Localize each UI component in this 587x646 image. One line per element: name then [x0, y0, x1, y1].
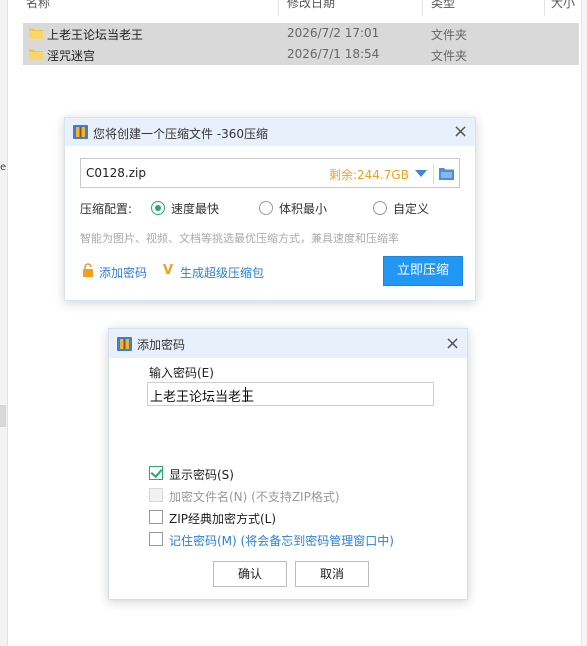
lock-icon: [83, 263, 93, 277]
close-icon[interactable]: ×: [453, 123, 468, 141]
dialog-title: 添加密码: [137, 338, 186, 352]
scrollbar[interactable]: [581, 0, 587, 646]
compress-dialog: 您将创建一个压缩文件 -360压缩 × C0128.zip 剩余:244.7GB…: [64, 117, 476, 301]
nav-scroll-marker: [0, 405, 6, 427]
file-row[interactable]: 淫咒迷宫 2026/7/1 18:54 文件夹: [23, 44, 579, 65]
password-value[interactable]: 上老王论坛当老王: [150, 386, 254, 405]
column-header: 名称 修改日期 类型 大小: [8, 0, 587, 16]
archive-path-field[interactable]: C0128.zip 剩余:244.7GB: [80, 158, 460, 188]
file-type: 文件夹: [431, 28, 468, 42]
compression-hint: 智能为图片、视频、文档等挑选最优压缩方式，兼具速度和压缩率: [80, 232, 399, 245]
column-divider[interactable]: [422, 0, 423, 16]
password-dialog: 添加密码 × 输入密码(E) 上老王论坛当老王 显示密码(S) 加密文件名(N)…: [108, 328, 468, 600]
compress-now-button[interactable]: 立即压缩: [383, 256, 463, 286]
file-modified: 2026/7/1 18:54: [287, 47, 380, 61]
folder-icon: [29, 28, 43, 39]
show-password-checkbox[interactable]: [149, 466, 163, 480]
file-row[interactable]: 上老王论坛当老王 2026/7/2 17:01 文件夹: [23, 23, 579, 44]
radio-custom-label[interactable]: 自定义: [393, 200, 429, 217]
360-zip-icon: [73, 125, 88, 139]
navigation-pane: [0, 0, 8, 646]
column-modified[interactable]: 修改日期: [287, 0, 335, 11]
cancel-button[interactable]: 取消: [295, 561, 369, 587]
column-divider[interactable]: [278, 0, 279, 16]
radio-fastest-label[interactable]: 速度最快: [171, 200, 219, 217]
add-password-link[interactable]: 添加密码: [99, 264, 147, 281]
radio-custom[interactable]: [373, 201, 387, 215]
column-divider[interactable]: [544, 0, 545, 16]
ok-button[interactable]: 确认: [213, 561, 287, 587]
remember-password-checkbox[interactable]: [149, 532, 163, 546]
folder-browse-icon[interactable]: [439, 167, 454, 180]
compression-config-label: 压缩配置:: [80, 202, 133, 216]
encrypt-filenames-label[interactable]: 加密文件名(N) (不支持ZIP格式): [169, 488, 340, 505]
file-modified: 2026/7/2 17:01: [287, 26, 380, 40]
password-input-label: 输入密码(E): [149, 366, 214, 380]
close-icon[interactable]: ×: [445, 335, 460, 353]
column-type[interactable]: 类型: [431, 0, 455, 11]
zip-classic-encryption-checkbox[interactable]: [149, 510, 163, 524]
radio-fastest[interactable]: [151, 201, 165, 215]
divider: [433, 164, 434, 184]
v-badge-icon: V: [163, 263, 174, 278]
radio-smallest[interactable]: [259, 201, 273, 215]
password-input[interactable]: 上老王论坛当老王: [147, 382, 434, 406]
show-password-label[interactable]: 显示密码(S): [169, 466, 234, 483]
super-package-link[interactable]: 生成超级压缩包: [180, 264, 264, 281]
file-name: 淫咒迷宫: [47, 49, 96, 63]
dialog-title-bar[interactable]: 您将创建一个压缩文件 -360压缩 ×: [65, 118, 475, 146]
dialog-title-bar[interactable]: 添加密码 ×: [109, 329, 467, 358]
column-name[interactable]: 名称: [26, 0, 50, 11]
text-caret: [245, 387, 246, 402]
file-name: 上老王论坛当老王: [47, 28, 144, 42]
free-space-label: 剩余:244.7GB: [329, 168, 409, 182]
dialog-title: 您将创建一个压缩文件 -360压缩: [93, 127, 269, 141]
radio-smallest-label[interactable]: 体积最小: [279, 200, 327, 217]
360-zip-icon: [117, 337, 132, 351]
zip-classic-encryption-label[interactable]: ZIP经典加密方式(L): [169, 510, 276, 527]
remember-password-label[interactable]: 记住密码(M) (将会备忘到密码管理窗口中): [169, 532, 394, 549]
chevron-down-icon[interactable]: [415, 170, 427, 177]
nav-pane-text: e: [0, 162, 7, 173]
archive-file-name[interactable]: C0128.zip: [86, 166, 146, 180]
encrypt-filenames-checkbox[interactable]: [149, 488, 163, 502]
file-type: 文件夹: [431, 49, 468, 63]
folder-icon: [29, 49, 43, 60]
column-size[interactable]: 大小: [551, 0, 575, 11]
